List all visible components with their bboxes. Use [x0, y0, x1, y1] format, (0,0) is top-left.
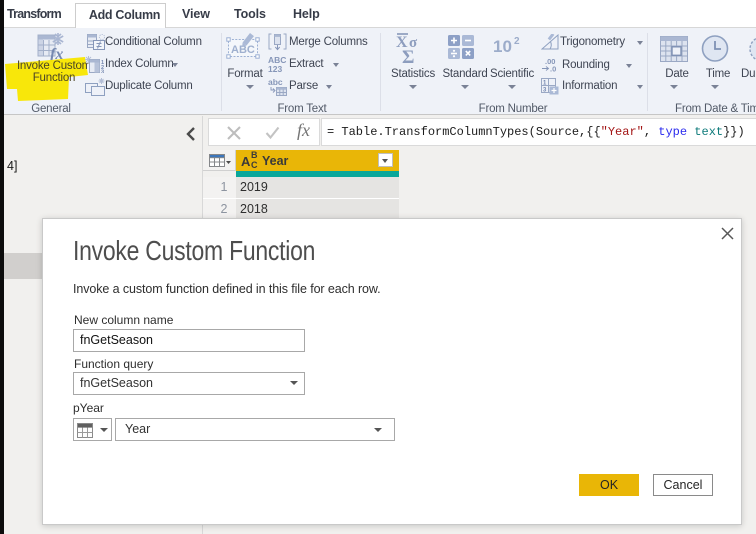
- svg-text:3: 3: [101, 70, 104, 74]
- svg-text:abc: abc: [268, 77, 283, 87]
- svg-text:Σ: Σ: [402, 47, 414, 64]
- svg-text:123: 123: [268, 64, 282, 73]
- svg-text:.0: .0: [550, 65, 556, 73]
- svg-text:2: 2: [514, 36, 520, 47]
- svg-text:10: 10: [493, 37, 512, 56]
